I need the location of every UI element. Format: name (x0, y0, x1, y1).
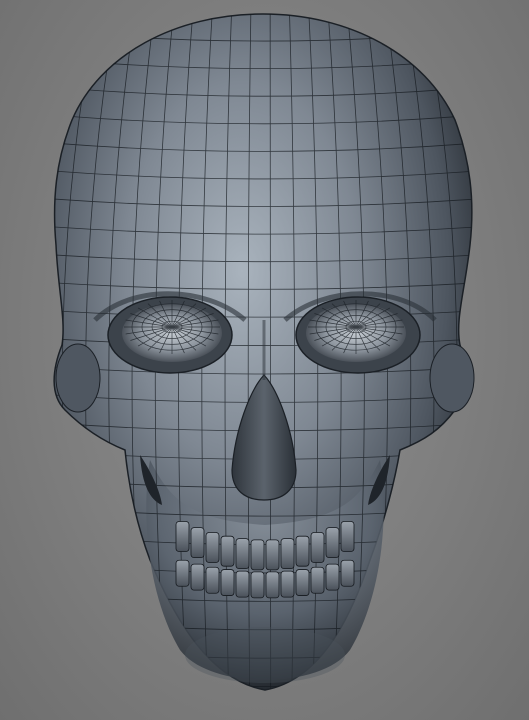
left-eye-socket (107, 296, 233, 374)
left-zygomatic (55, 343, 101, 413)
skull-render (53, 13, 475, 691)
right-zygomatic (429, 343, 475, 413)
chin (185, 627, 345, 683)
render-viewport (0, 0, 529, 720)
right-eye-socket (295, 296, 421, 374)
